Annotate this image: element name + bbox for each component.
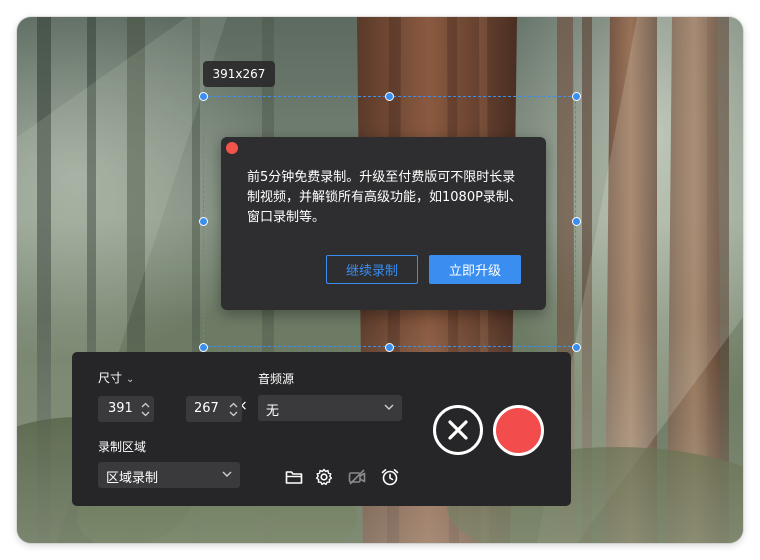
recording-area-value: 区域录制 [106, 471, 159, 486]
continue-recording-button[interactable]: 继续录制 [326, 255, 418, 284]
selection-size-label: 391x267 [203, 61, 275, 87]
chevron-up-icon[interactable] [141, 402, 150, 408]
alarm-clock-icon[interactable] [380, 467, 400, 487]
height-value: 267 [194, 401, 219, 416]
audio-source-label: 音频源 [258, 372, 295, 386]
resize-handle-top[interactable] [385, 92, 394, 101]
recording-control-panel: 尺寸⌄ 391 × 267 音频源 无 录制区域 区域录制 [72, 352, 571, 506]
resize-handle-left[interactable] [199, 217, 208, 226]
chevron-down-icon[interactable] [141, 411, 150, 417]
dialog-close-button[interactable] [226, 142, 238, 154]
dialog-message: 前5分钟免费录制。升级至付费版可不限时长录制视频，并解锁所有高级功能，如1080… [247, 170, 522, 225]
gear-icon[interactable] [314, 467, 334, 487]
resize-handle-bottom-right[interactable] [572, 343, 581, 352]
chevron-down-icon[interactable] [229, 411, 238, 417]
audio-source-value: 无 [266, 404, 280, 419]
camera-off-icon[interactable] [347, 467, 367, 487]
upgrade-now-button[interactable]: 立即升级 [429, 255, 521, 284]
chevron-up-icon[interactable] [229, 402, 238, 408]
recording-area-select[interactable]: 区域录制 [98, 462, 240, 488]
cancel-recording-button[interactable] [433, 405, 483, 455]
recording-area-label: 录制区域 [98, 440, 147, 454]
chevron-down-icon: ⌄ [126, 374, 135, 385]
size-label: 尺寸 [98, 371, 123, 385]
upgrade-dialog: 前5分钟免费录制。升级至付费版可不限时长录制视频，并解锁所有高级功能，如1080… [221, 137, 546, 310]
height-stepper[interactable] [228, 396, 238, 422]
chevron-down-icon [384, 404, 394, 410]
height-input[interactable]: 267 [186, 396, 242, 422]
resize-handle-bottom[interactable] [385, 343, 394, 352]
width-stepper[interactable] [140, 396, 150, 422]
chevron-down-icon [222, 471, 232, 477]
audio-source-select[interactable]: 无 [258, 395, 402, 421]
resize-handle-right[interactable] [572, 217, 581, 226]
resize-handle-top-left[interactable] [199, 92, 208, 101]
width-input[interactable]: 391 [98, 396, 154, 422]
width-value: 391 [108, 401, 133, 416]
record-button[interactable] [493, 405, 544, 456]
resize-handle-bottom-left[interactable] [199, 343, 208, 352]
resize-handle-top-right[interactable] [572, 92, 581, 101]
close-circle-icon [448, 420, 468, 440]
folder-icon[interactable] [284, 467, 304, 487]
size-dropdown[interactable]: 尺寸 ⌄ [98, 369, 134, 386]
